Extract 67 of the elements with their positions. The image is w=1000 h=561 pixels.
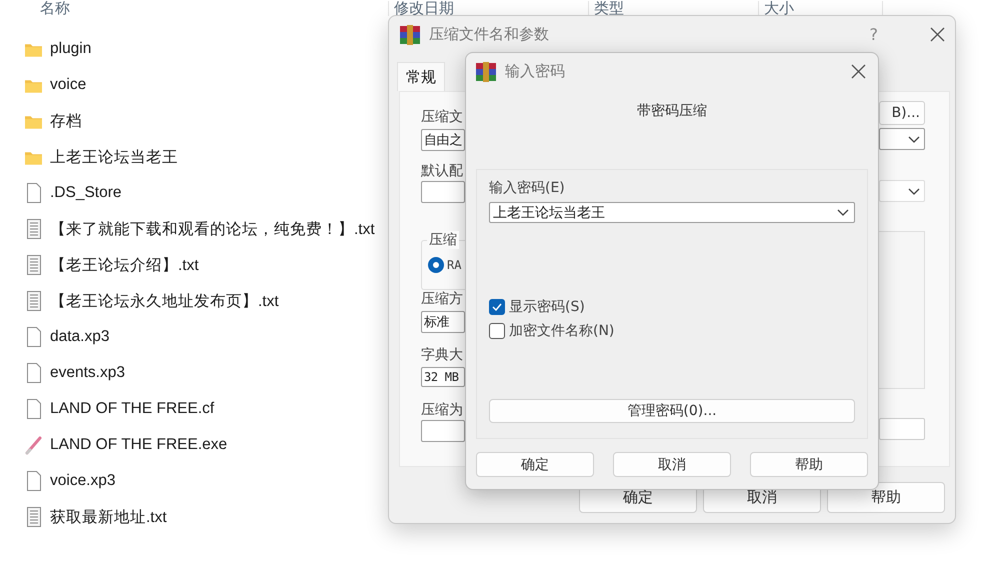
file-name[interactable]: 【老王论坛介绍】.txt xyxy=(50,254,199,276)
text-file-icon xyxy=(26,219,42,239)
dialog-heading: 带密码压缩 xyxy=(637,102,707,121)
browse-button[interactable]: B)... xyxy=(879,101,925,125)
file-name[interactable]: LAND OF THE FREE.cf xyxy=(50,400,214,418)
brush-icon xyxy=(25,435,42,455)
checkmark-icon xyxy=(492,303,502,311)
folder-icon xyxy=(25,42,42,56)
dropdown-field[interactable] xyxy=(879,128,925,150)
text-field[interactable] xyxy=(879,418,925,440)
text-file-icon xyxy=(26,255,42,275)
file-name[interactable]: voice.xp3 xyxy=(50,472,116,490)
checkbox-label: 显示密码(S) xyxy=(509,298,585,316)
dropdown-field[interactable]: 32 MB xyxy=(421,367,465,387)
file-name[interactable]: voice xyxy=(50,76,86,94)
manage-passwords-button[interactable]: 管理密码(0)... xyxy=(489,399,855,423)
field-label: 字典大 xyxy=(421,346,464,364)
field-label: 输入密码(E) xyxy=(489,179,566,197)
chevron-down-icon xyxy=(908,188,920,194)
field-label: 默认配 xyxy=(421,162,464,180)
file-icon xyxy=(26,471,42,491)
text-field[interactable]: 自由之 xyxy=(421,129,465,151)
field-label: 压缩方 xyxy=(421,290,464,308)
file-name[interactable]: 【来了就能下载和观看的论坛，纯免费！】.txt xyxy=(50,218,375,240)
dropdown-field[interactable]: 标准 xyxy=(421,311,465,333)
close-icon[interactable] xyxy=(851,64,866,79)
dialog-button[interactable]: 帮助 xyxy=(750,452,868,477)
text-file-icon xyxy=(26,291,42,311)
file-name[interactable]: 【老王论坛永久地址发布页】.txt xyxy=(50,290,279,312)
file-name[interactable]: 获取最新地址.txt xyxy=(50,506,167,528)
file-name[interactable]: plugin xyxy=(50,40,92,58)
field-label: 压缩为 xyxy=(421,401,464,419)
column-header[interactable]: 名称 xyxy=(35,1,388,16)
folder-icon xyxy=(25,150,42,164)
text-file-icon xyxy=(26,507,42,527)
dialog-button[interactable]: 确定 xyxy=(476,452,594,477)
checkbox-label: 加密文件名称(N) xyxy=(509,322,614,340)
field-label: 压缩文 xyxy=(421,108,464,126)
radio-label: RA xyxy=(447,257,462,274)
file-name[interactable]: 上老王论坛当老王 xyxy=(50,146,178,168)
file-icon xyxy=(26,399,42,419)
folder-icon xyxy=(25,78,42,92)
checkbox[interactable] xyxy=(489,323,505,339)
file-name[interactable]: 存档 xyxy=(50,110,82,132)
window-title: 输入密码 xyxy=(505,62,566,81)
checkbox[interactable] xyxy=(489,299,505,315)
file-name[interactable]: LAND OF THE FREE.exe xyxy=(50,436,228,454)
file-icon xyxy=(26,183,42,203)
window-title: 压缩文件名和参数 xyxy=(429,25,550,44)
file-name[interactable]: data.xp3 xyxy=(50,328,110,346)
close-icon[interactable] xyxy=(930,27,945,42)
group-label: 压缩 xyxy=(427,231,459,249)
dialog-button[interactable]: 取消 xyxy=(613,452,731,477)
folder-icon xyxy=(25,114,42,128)
chevron-down-icon xyxy=(908,136,920,142)
file-name[interactable]: .DS_Store xyxy=(50,184,122,202)
file-name[interactable]: events.xp3 xyxy=(50,364,125,382)
tab[interactable]: 常规 xyxy=(397,62,445,91)
radio-button[interactable] xyxy=(428,257,444,273)
archive-app-icon xyxy=(475,62,497,82)
file-icon xyxy=(26,327,42,347)
password-combo-field[interactable]: 上老王论坛当老王 xyxy=(489,202,855,223)
dropdown-field[interactable] xyxy=(421,181,465,203)
dropdown-field[interactable] xyxy=(421,420,465,442)
file-icon xyxy=(26,363,42,383)
archive-app-icon xyxy=(399,24,421,44)
chevron-down-icon xyxy=(837,209,849,216)
